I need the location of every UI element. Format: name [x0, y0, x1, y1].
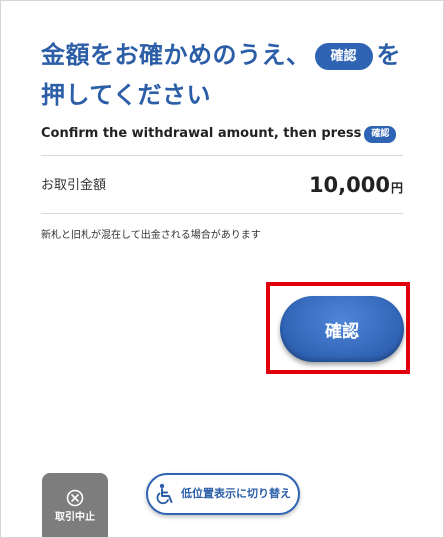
atm-screen: 金額をお確かめのうえ、 確認 を押してください Confirm the withdr… — [0, 0, 444, 538]
amount-number: 10,000 — [308, 173, 390, 197]
confirm-pill-small: 確認 — [364, 126, 397, 143]
amount-value: 10,000円 — [309, 171, 403, 202]
english-instruction: Confirm the withdrawal amount, then pres… — [41, 125, 397, 143]
divider-top — [41, 155, 403, 156]
amount-unit: 円 — [390, 181, 403, 195]
cancel-transaction-button[interactable]: 取引中止 — [42, 473, 108, 537]
close-circle-icon — [66, 489, 84, 507]
banknote-notice: 新札と旧札が混在して出金される場合があります — [41, 230, 261, 241]
low-position-toggle-label: 低位置表示に切り替え — [181, 487, 291, 500]
wheelchair-icon — [156, 483, 173, 505]
amount-label: お取引金額 — [41, 178, 107, 193]
low-position-toggle-button[interactable]: 低位置表示に切り替え — [146, 473, 300, 515]
confirm-pill-inline: 確認 — [314, 43, 373, 70]
page-title: 金額をお確かめのうえ、 確認 を押してください — [41, 35, 401, 115]
title-text-before: 金額をお確かめのうえ、 — [41, 41, 311, 69]
confirm-button[interactable]: 確認 — [280, 296, 404, 362]
cancel-transaction-label: 取引中止 — [55, 512, 95, 523]
english-instruction-text: Confirm the withdrawal amount, then pres… — [41, 126, 362, 141]
divider-bottom — [41, 213, 403, 214]
